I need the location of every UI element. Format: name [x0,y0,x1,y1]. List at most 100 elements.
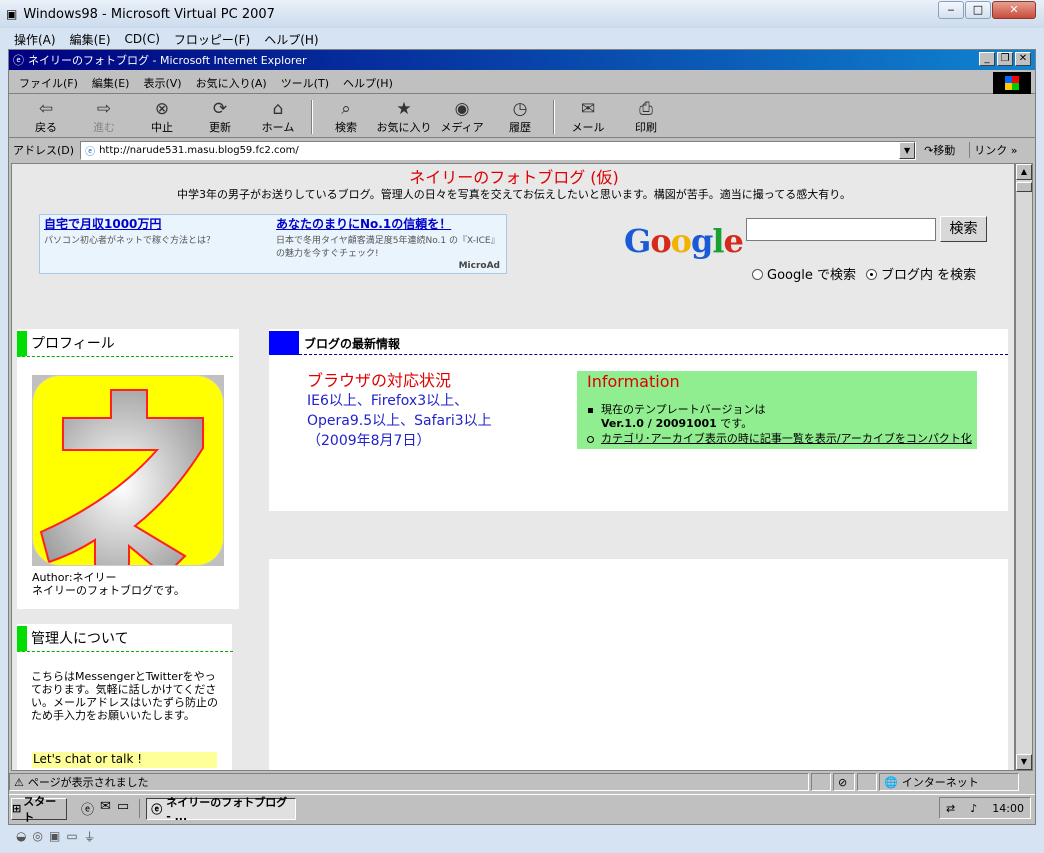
desktop-quicklaunch-icon[interactable]: ▭ [117,799,129,818]
favorites-button[interactable]: ★ お気に入り [375,97,433,137]
toolbar-separator [553,99,555,134]
ie-menu-view[interactable]: 表示(V) [143,75,181,91]
profile-heading: プロフィール [17,331,233,357]
guest-screen: ⓔ ネイリーのフォトブログ - Microsoft Internet Explo… [8,49,1036,825]
task-button-ie[interactable]: ⓔ ネイリーのフォトブログ - ... [146,796,297,823]
profile-panel: プロフィール Author:ネイリー ネイリーのフォトブログです。 [17,329,239,609]
ie-close-button[interactable]: ✕ [1015,52,1031,66]
avatar-glyph-icon [39,389,204,565]
back-button[interactable]: ⇦ 戻る [17,97,75,137]
radio-blog-search[interactable]: ブログ内 を検索 [865,264,976,283]
status-text-cell: ⚠ ページが表示されました [9,773,809,791]
ie-task-icon: ⓔ [151,802,163,816]
browser-support-line: Opera9.5以上、Safari3以上 [307,413,492,429]
information-heading: Information [587,372,680,391]
stop-button[interactable]: ⊗ 中止 [133,97,191,137]
ad-brand[interactable]: MicroAd [459,261,500,271]
favorites-folder-icon: ★ [396,98,412,119]
author-description: ネイリーのフォトブログです。 [32,584,185,597]
ie-title-bar[interactable]: ⓔ ネイリーのフォトブログ - Microsoft Internet Explo… [9,50,1035,70]
vpc-menu-bar: 操作(A) 編集(E) CD(C) フロッピー(F) ヘルプ(H) [8,29,1036,49]
news-heading-marker [269,331,299,355]
vpc-app-icon: ▣ [6,7,18,21]
vpc-menu-help[interactable]: ヘルプ(H) [264,31,318,48]
information-list: 現在のテンプレートバージョンは Ver.1.0 / 20091001 です。 カ… [587,403,972,446]
address-url: http://narude531.masu.blog59.fc2.com/ [99,144,299,156]
go-arrow-icon: ↷ [924,144,934,157]
ie-menu-file[interactable]: ファイル(F) [19,75,78,91]
radio-checked-icon [865,269,877,280]
scroll-down-button[interactable]: ▼ [1016,754,1032,770]
google-search-button[interactable]: 検索 [940,216,987,242]
ie-menu-bar: ファイル(F) 編集(E) 表示(V) お気に入り(A) ツール(T) ヘルプ(… [9,72,1035,94]
ad-item: あなたのまりにNo.1の信頼を！ 日本で冬用タイヤ顧客満足度5年連続No.1 の… [276,215,501,259]
cd-icon[interactable]: ◎ [32,829,42,843]
network-tray-icon[interactable]: ⇄ [946,802,955,815]
vpc-menu-edit[interactable]: 編集(E) [70,31,111,48]
news-panel: ブログの最新情報 ブラウザの対応状況 IE6以上、Firefox3以上、 Ope… [269,329,1008,511]
disk-icon[interactable]: ◒ [16,829,26,843]
ie-quicklaunch-icon[interactable]: ⓔ [81,799,94,818]
globe-icon: 🌐 [884,775,898,789]
radio-unchecked-icon [752,269,763,280]
mail-button[interactable]: ✉ メール [559,97,617,137]
links-button[interactable]: リンク » [969,142,1018,158]
avatar [32,375,224,566]
maximize-button[interactable]: □ [965,1,991,19]
folder-icon[interactable]: ▭ [66,829,77,843]
scroll-thumb[interactable] [1016,182,1032,192]
blog-description: 中学3年の男子がお送りしているブログ。管理人の日々を写真を交えてお伝えしたいと思… [176,188,852,201]
ie-menu-edit[interactable]: 編集(E) [92,75,130,91]
media-icon: ◉ [454,98,470,119]
floppy-icon[interactable]: ▣ [49,829,60,843]
history-button[interactable]: ◷ 履歴 [491,97,549,137]
clock[interactable]: 14:00 [992,802,1024,815]
toolbar-separator [311,99,313,134]
print-button[interactable]: ⎙ 印刷 [617,97,675,137]
vertical-scrollbar[interactable]: ▲ ▼ [1015,163,1033,771]
ad-link-1[interactable]: 自宅で月収1000万円 [44,215,269,232]
google-logo[interactable]: Google [624,222,744,260]
ie-restore-button[interactable]: ❐ [997,52,1013,66]
about-heading: 管理人について [17,626,233,652]
author-name: Author:ネイリー [32,571,117,584]
ie-minimize-button[interactable]: _ [979,52,995,66]
media-button[interactable]: ◉ メディア [433,97,491,137]
vpc-window-title: Windows98 - Microsoft Virtual PC 2007 [23,6,275,22]
history-icon: ◷ [512,98,528,119]
vpc-menu-cd[interactable]: CD(C) [125,32,160,46]
close-button[interactable]: ✕ [992,1,1036,19]
scroll-up-button[interactable]: ▲ [1016,164,1032,180]
blog-title[interactable]: ネイリーのフォトブログ (仮) [12,164,1014,188]
start-button[interactable]: ⊞ スタート [11,795,67,824]
search-button[interactable]: ⌕ 検索 [317,97,375,137]
about-text: こちらはMessengerとTwitterをやっております。気軽に話しかけてくだ… [31,670,218,722]
refresh-button[interactable]: ⟳ 更新 [191,97,249,137]
ie-menu-favorites[interactable]: お気に入り(A) [196,75,267,91]
home-button[interactable]: ⌂ ホーム [249,97,307,137]
vpc-menu-action[interactable]: 操作(A) [14,31,56,48]
vpc-status-bar: ◒ ◎ ▣ ▭ ⏚ [8,826,1036,846]
ad-link-2[interactable]: あなたのまりにNo.1の信頼を！ [276,215,501,232]
minimize-button[interactable]: ‒ [938,1,964,19]
network-icon[interactable]: ⏚ [84,828,96,845]
list-item[interactable]: カテゴリ･アーカイブ表示の時に記事一覧を表示/アーカイブをコンパクト化 [587,432,972,446]
mail-icon: ✉ [580,98,596,119]
forward-button[interactable]: ⇨ 進む [75,97,133,137]
address-input[interactable]: ⓔ http://narude531.masu.blog59.fc2.com/ … [80,140,917,160]
go-button[interactable]: ↷移動 [924,142,955,158]
browser-support: ブラウザの対応状況 IE6以上、Firefox3以上、 Opera9.5以上、S… [307,371,492,451]
vpc-menu-floppy[interactable]: フロッピー(F) [174,31,250,48]
ie-menu-tools[interactable]: ツール(T) [281,75,329,91]
stop-icon: ⊗ [154,98,170,119]
radio-google-search[interactable]: Google で検索 [752,264,856,283]
volume-tray-icon[interactable]: ♪ [970,802,977,815]
outlook-quicklaunch-icon[interactable]: ✉ [100,799,111,818]
vpc-title-bar[interactable]: ▣ Windows98 - Microsoft Virtual PC 2007 … [0,0,1044,28]
status-cell [857,773,877,791]
google-search-input[interactable] [746,218,936,241]
ie-menu-help[interactable]: ヘルプ(H) [343,75,393,91]
address-label: アドレス(D) [13,144,75,157]
quick-launch: ⓔ ✉ ▭ [81,799,141,818]
address-dropdown-button[interactable]: ▼ [899,141,916,159]
